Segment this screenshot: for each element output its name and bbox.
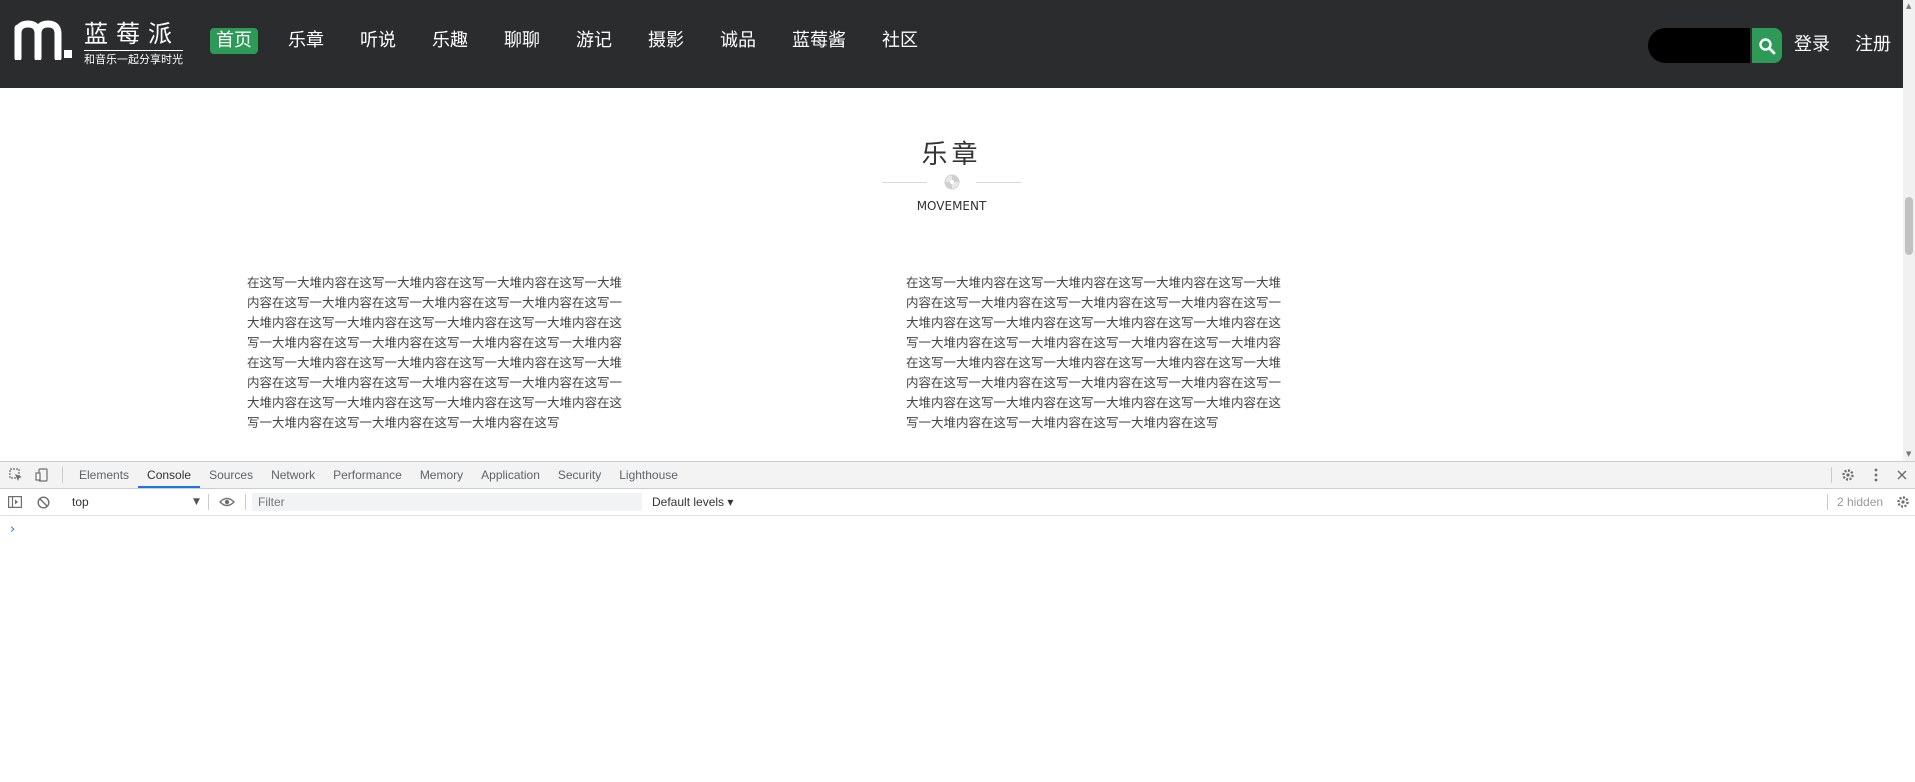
- hidden-messages-count: 2 hidden: [1837, 495, 1884, 509]
- logo-text: 蓝莓派 和音乐一起分享时光: [84, 20, 183, 67]
- nav-item-community[interactable]: 社区: [876, 28, 924, 54]
- toolbar-divider: [1831, 467, 1832, 483]
- main-nav: 首页 乐章 听说 乐趣 聊聊 游记 摄影 诚品 蓝莓酱 社区: [210, 28, 948, 54]
- toolbar-divider: [245, 494, 246, 510]
- tab-application[interactable]: Application: [472, 462, 549, 488]
- register-link[interactable]: 注册: [1855, 30, 1891, 56]
- section-title: 乐章: [921, 140, 982, 170]
- section-subtitle: MOVEMENT: [916, 199, 987, 213]
- toolbar-divider: [1827, 494, 1828, 510]
- nav-item-travel[interactable]: 游记: [570, 28, 618, 54]
- scroll-down-arrow-icon[interactable]: ▼: [1906, 450, 1911, 458]
- title-divider-right: [976, 182, 1021, 183]
- article-text-left: 在这写一大堆内容在这写一大堆内容在这写一大堆内容在这写一大堆内容在这写一大堆内容…: [247, 275, 623, 430]
- nav-item-home[interactable]: 首页: [210, 28, 258, 54]
- tab-security[interactable]: Security: [549, 462, 610, 488]
- nav-item-shop[interactable]: 诚品: [714, 28, 762, 54]
- toolbar-divider: [208, 494, 209, 510]
- nav-item-photo[interactable]: 摄影: [642, 28, 690, 54]
- tab-console[interactable]: Console: [138, 462, 201, 488]
- nav-item-listen[interactable]: 听说: [354, 28, 402, 54]
- tab-memory[interactable]: Memory: [411, 462, 472, 488]
- logo-title: 蓝莓派: [84, 20, 183, 51]
- gear-icon[interactable]: [1838, 465, 1858, 485]
- login-link[interactable]: 登录: [1794, 30, 1830, 56]
- more-options-icon[interactable]: [1866, 465, 1886, 485]
- devtools-panel: Elements Console Sources Network Perform…: [0, 461, 1915, 782]
- tab-elements[interactable]: Elements: [70, 462, 138, 488]
- chevron-down-icon[interactable]: ▼: [193, 489, 200, 515]
- nav-item-movement[interactable]: 乐章: [282, 28, 330, 54]
- tab-network[interactable]: Network: [262, 462, 324, 488]
- page-scrollbar[interactable]: ▲ ▼: [1903, 0, 1915, 461]
- show-sidebar-icon[interactable]: [6, 493, 24, 511]
- nav-item-chat[interactable]: 聊聊: [498, 28, 546, 54]
- search-button[interactable]: [1752, 28, 1782, 63]
- console-toolbar: top ▼ Default levels ▾ 2 hidden: [0, 489, 1915, 516]
- tab-performance[interactable]: Performance: [324, 462, 411, 488]
- eye-icon[interactable]: [216, 493, 238, 511]
- search-icon: [1759, 37, 1776, 54]
- nav-item-fun[interactable]: 乐趣: [426, 28, 474, 54]
- console-prompt[interactable]: ›: [10, 522, 15, 537]
- log-levels-dropdown[interactable]: Default levels ▾: [652, 489, 733, 515]
- close-icon[interactable]: [1892, 465, 1912, 485]
- inspect-element-icon[interactable]: [6, 465, 26, 485]
- article-text-right: 在这写一大堆内容在这写一大堆内容在这写一大堆内容在这写一大堆内容在这写一大堆内容…: [906, 275, 1282, 430]
- device-toolbar-icon[interactable]: [32, 465, 52, 485]
- top-navbar: 蓝莓派 和音乐一起分享时光 首页 乐章 听说 乐趣 聊聊 游记 摄影 诚品 蓝莓…: [0, 0, 1903, 88]
- title-divider-left: [882, 182, 927, 183]
- console-settings-gear-icon[interactable]: [1894, 493, 1912, 511]
- nav-item-blueberry-jam[interactable]: 蓝莓酱: [786, 28, 852, 54]
- devtools-tabbar: Elements Console Sources Network Perform…: [0, 462, 1915, 489]
- search-input[interactable]: [1648, 28, 1750, 63]
- console-filter-input[interactable]: [252, 493, 642, 511]
- site-logo[interactable]: 蓝莓派 和音乐一起分享时光: [14, 20, 183, 67]
- clear-console-icon[interactable]: [34, 493, 52, 511]
- context-selector[interactable]: top: [66, 489, 206, 515]
- scrollbar-thumb[interactable]: [1905, 197, 1913, 255]
- logo-m-icon: [14, 20, 72, 60]
- tab-lighthouse[interactable]: Lighthouse: [610, 462, 687, 488]
- toolbar-divider: [62, 467, 63, 483]
- tab-sources[interactable]: Sources: [200, 462, 262, 488]
- scroll-up-arrow-icon[interactable]: ▲: [1906, 2, 1911, 10]
- page-viewport: 蓝莓派 和音乐一起分享时光 首页 乐章 听说 乐趣 聊聊 游记 摄影 诚品 蓝莓…: [0, 0, 1915, 461]
- logo-slogan: 和音乐一起分享时光: [84, 53, 183, 66]
- devtools-tabs: Elements Console Sources Network Perform…: [70, 462, 687, 488]
- music-disc-icon: [944, 174, 960, 190]
